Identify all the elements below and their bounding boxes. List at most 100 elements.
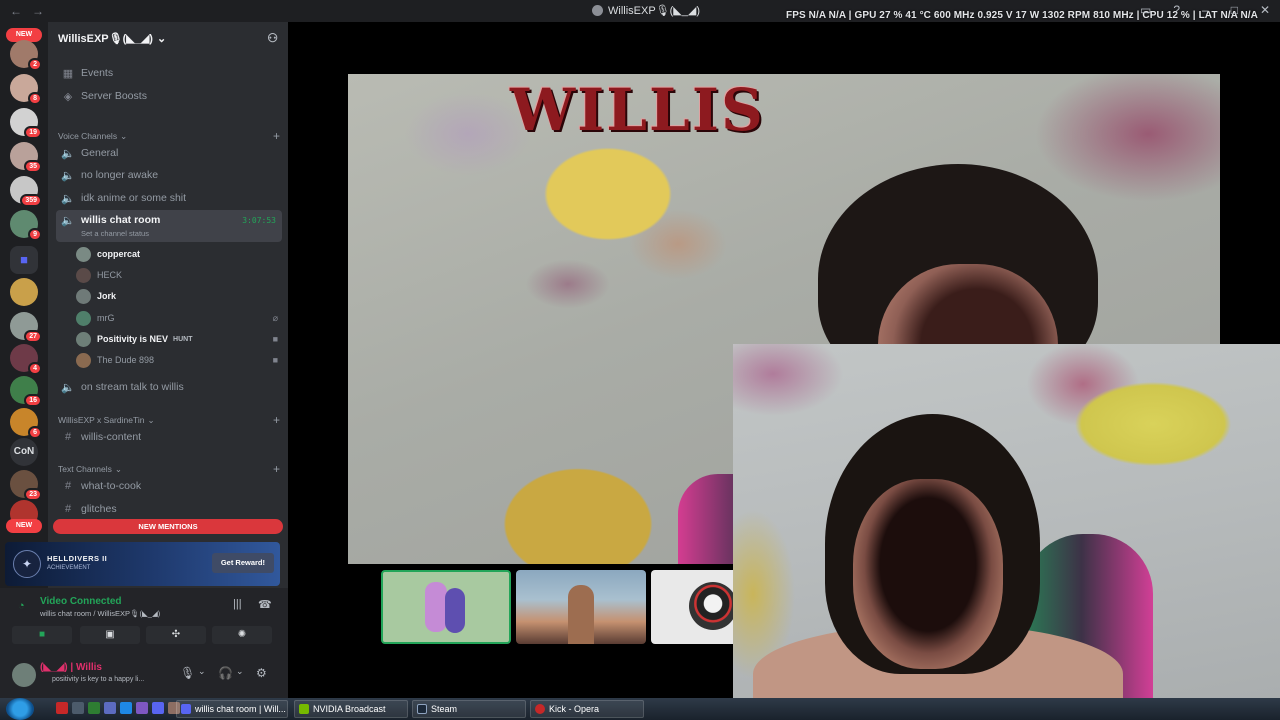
voice-location[interactable]: willis chat room / WillisEXP🎙(◣_◢) bbox=[40, 609, 160, 618]
task-opera[interactable]: Kick - Opera bbox=[530, 700, 644, 718]
server-icon-2[interactable]: 8 bbox=[10, 74, 42, 105]
inbox-icon[interactable]: ▭ bbox=[1140, 3, 1151, 17]
edge-icon[interactable] bbox=[120, 702, 132, 714]
avatar bbox=[76, 310, 91, 326]
server-icon-6[interactable]: 9 bbox=[10, 210, 42, 241]
server-icon bbox=[592, 5, 603, 16]
discord-icon[interactable] bbox=[152, 702, 164, 714]
close-icon[interactable]: ✕ bbox=[1260, 3, 1270, 17]
opera-icon[interactable] bbox=[56, 702, 68, 714]
events-item[interactable]: ▦ Events bbox=[56, 62, 282, 84]
channel-label: willis-content bbox=[81, 431, 142, 443]
camera-icon: ■ bbox=[272, 355, 278, 365]
avatar bbox=[76, 246, 91, 262]
noise-suppression-icon[interactable]: ||| bbox=[233, 598, 242, 610]
voice-channel-willis-chat-room[interactable]: 🔈 willis chat room 3:07:53 Set a channel… bbox=[56, 210, 282, 242]
screen-share-button[interactable]: ▣ bbox=[80, 626, 140, 644]
willis-logo-overlay: WILLIS bbox=[510, 76, 765, 144]
participant-tile-1[interactable] bbox=[381, 570, 511, 644]
voice-user-coppercat[interactable]: coppercat bbox=[76, 244, 282, 264]
server-icon-8[interactable]: 27 bbox=[10, 312, 42, 343]
disconnect-icon[interactable]: ☎ bbox=[258, 598, 272, 611]
signal-icon[interactable]: ◔ bbox=[18, 600, 25, 612]
game-reward-banner[interactable]: ✦ HELLDIVERS II ACHIEVEMENT Get Reward! bbox=[5, 542, 280, 586]
voice-user-mrg[interactable]: mrG ⌀ bbox=[76, 308, 282, 328]
headphones-icon[interactable]: 🎧 bbox=[218, 666, 233, 680]
chevron-down-icon[interactable]: ⌄ bbox=[198, 666, 206, 677]
create-channel-icon[interactable]: + bbox=[273, 462, 280, 476]
category-label: Text Channels bbox=[58, 464, 112, 474]
create-channel-icon[interactable]: + bbox=[273, 129, 280, 143]
channel-label: no longer awake bbox=[81, 169, 159, 181]
get-reward-button[interactable]: Get Reward! bbox=[211, 553, 274, 573]
server-icon-4[interactable]: 35 bbox=[10, 142, 42, 173]
start-button[interactable] bbox=[6, 698, 34, 720]
screen-share-icon: ▣ bbox=[105, 629, 115, 640]
server-icon-con[interactable]: CoN bbox=[10, 438, 38, 466]
discord-icon bbox=[181, 704, 191, 714]
app-icon[interactable] bbox=[88, 702, 100, 714]
avatar bbox=[76, 288, 91, 304]
server-icon-11[interactable]: 6 bbox=[10, 408, 42, 439]
server-boosts-item[interactable]: ◈ Server Boosts bbox=[56, 85, 282, 107]
task-discord[interactable]: willis chat room | Will... bbox=[176, 700, 288, 718]
voice-user-jork[interactable]: Jork bbox=[76, 286, 282, 306]
microphone-icon[interactable]: 🎙 bbox=[180, 666, 195, 680]
server-header[interactable]: WillisEXP🎙(◣_◢) ⌄ ⚇ bbox=[48, 22, 288, 54]
help-icon[interactable]: ? bbox=[1173, 3, 1180, 17]
collab-category[interactable]: WillisEXP x SardineTin ⌄ + bbox=[58, 413, 280, 427]
chevron-down-icon[interactable]: ⌄ bbox=[236, 666, 244, 677]
text-channel-glitches[interactable]: # glitches bbox=[56, 498, 282, 520]
server-icon-7[interactable] bbox=[10, 278, 38, 306]
server-icon-12[interactable]: 23 bbox=[10, 470, 42, 501]
task-label: willis chat room | Will... bbox=[195, 704, 286, 714]
user-name: mrG bbox=[97, 313, 115, 323]
settings-gear-icon[interactable]: ⚙ bbox=[256, 666, 267, 680]
task-label: Steam bbox=[431, 704, 458, 714]
camera-toggle-button[interactable]: ■ bbox=[12, 626, 72, 644]
invite-people-icon[interactable]: ⚇ bbox=[267, 31, 278, 45]
folder-icon[interactable]: ■ bbox=[10, 246, 38, 274]
channel-status-prompt[interactable]: Set a channel status bbox=[81, 229, 149, 238]
back-arrow-icon[interactable]: ← bbox=[10, 4, 22, 18]
forward-arrow-icon[interactable]: → bbox=[32, 4, 44, 18]
nvidia-icon bbox=[299, 704, 309, 714]
voice-channel-no-longer-awake[interactable]: 🔈 no longer awake bbox=[56, 164, 282, 186]
text-channel-willis-content[interactable]: # willis-content bbox=[56, 426, 282, 448]
server-icon-5[interactable]: 359 bbox=[10, 176, 42, 207]
server-icon-9[interactable]: 4 bbox=[10, 344, 42, 375]
server-icon-3[interactable]: 19 bbox=[10, 108, 42, 139]
channel-label: General bbox=[81, 147, 119, 159]
speaker-icon: 🔈 bbox=[61, 215, 75, 227]
server-icon-1[interactable]: 2 bbox=[10, 40, 42, 71]
user-avatar[interactable] bbox=[12, 663, 36, 687]
mention-badge: 8 bbox=[28, 92, 42, 105]
server-icon-10[interactable]: 16 bbox=[10, 376, 42, 407]
minimize-icon[interactable]: – bbox=[1202, 3, 1209, 17]
maximize-icon[interactable]: □ bbox=[1231, 3, 1238, 17]
participant-tile-2[interactable] bbox=[516, 570, 646, 644]
voice-channels-category[interactable]: Voice Channels ⌄ + bbox=[58, 129, 280, 143]
voice-user-the-dude[interactable]: The Dude 898 ■ bbox=[76, 350, 282, 370]
task-nvidia-broadcast[interactable]: NVIDIA Broadcast bbox=[294, 700, 408, 718]
text-channel-what-to-cook[interactable]: # what-to-cook bbox=[56, 475, 282, 497]
new-mentions-pill[interactable]: NEW MENTIONS bbox=[53, 519, 283, 534]
voice-channel-on-stream[interactable]: 🔈 on stream talk to willis bbox=[56, 376, 282, 398]
user-display-name[interactable]: (◣_◢) | Willis bbox=[40, 662, 102, 673]
task-steam[interactable]: Steam bbox=[412, 700, 526, 718]
new-unreads-pill-bottom[interactable]: NEW bbox=[6, 519, 42, 533]
app-icon[interactable] bbox=[104, 702, 116, 714]
voice-channel-idk-anime[interactable]: 🔈 idk anime or some shit bbox=[56, 187, 282, 209]
soundboard-button[interactable]: ✺ bbox=[212, 626, 272, 644]
text-channels-category[interactable]: Text Channels ⌄ + bbox=[58, 462, 280, 476]
explorer-icon[interactable] bbox=[72, 702, 84, 714]
create-channel-icon[interactable]: + bbox=[273, 413, 280, 427]
speaker-icon: 🔈 bbox=[61, 381, 75, 394]
promo-subtitle: ACHIEVEMENT bbox=[47, 565, 91, 571]
activities-button[interactable]: ✣ bbox=[146, 626, 206, 644]
voice-channel-general[interactable]: 🔈 General bbox=[56, 142, 282, 164]
voice-user-heck[interactable]: HECK bbox=[76, 265, 282, 285]
voice-user-positivity[interactable]: Positivity is NEV HUNT ■ bbox=[76, 329, 282, 349]
app-icon[interactable] bbox=[136, 702, 148, 714]
voice-status: Video Connected bbox=[40, 596, 122, 607]
